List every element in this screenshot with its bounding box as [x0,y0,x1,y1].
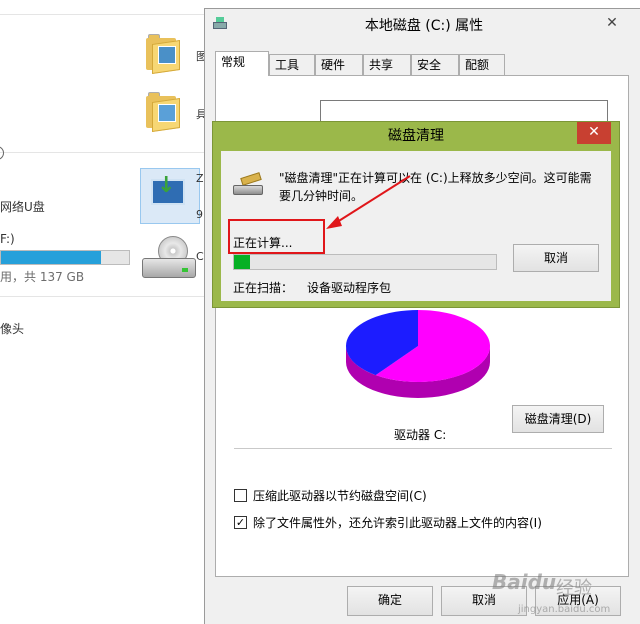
watermark-suffix: 经验 [556,578,592,599]
baidu-watermark: Baidu 经验 jingyan.baidu.com [492,560,640,624]
tab-general[interactable]: 常规 [215,51,269,76]
annotation-arrow-icon [326,175,411,229]
watermark-url: jingyan.baidu.com [518,604,611,615]
watermark-brand: Baidu [492,570,557,594]
